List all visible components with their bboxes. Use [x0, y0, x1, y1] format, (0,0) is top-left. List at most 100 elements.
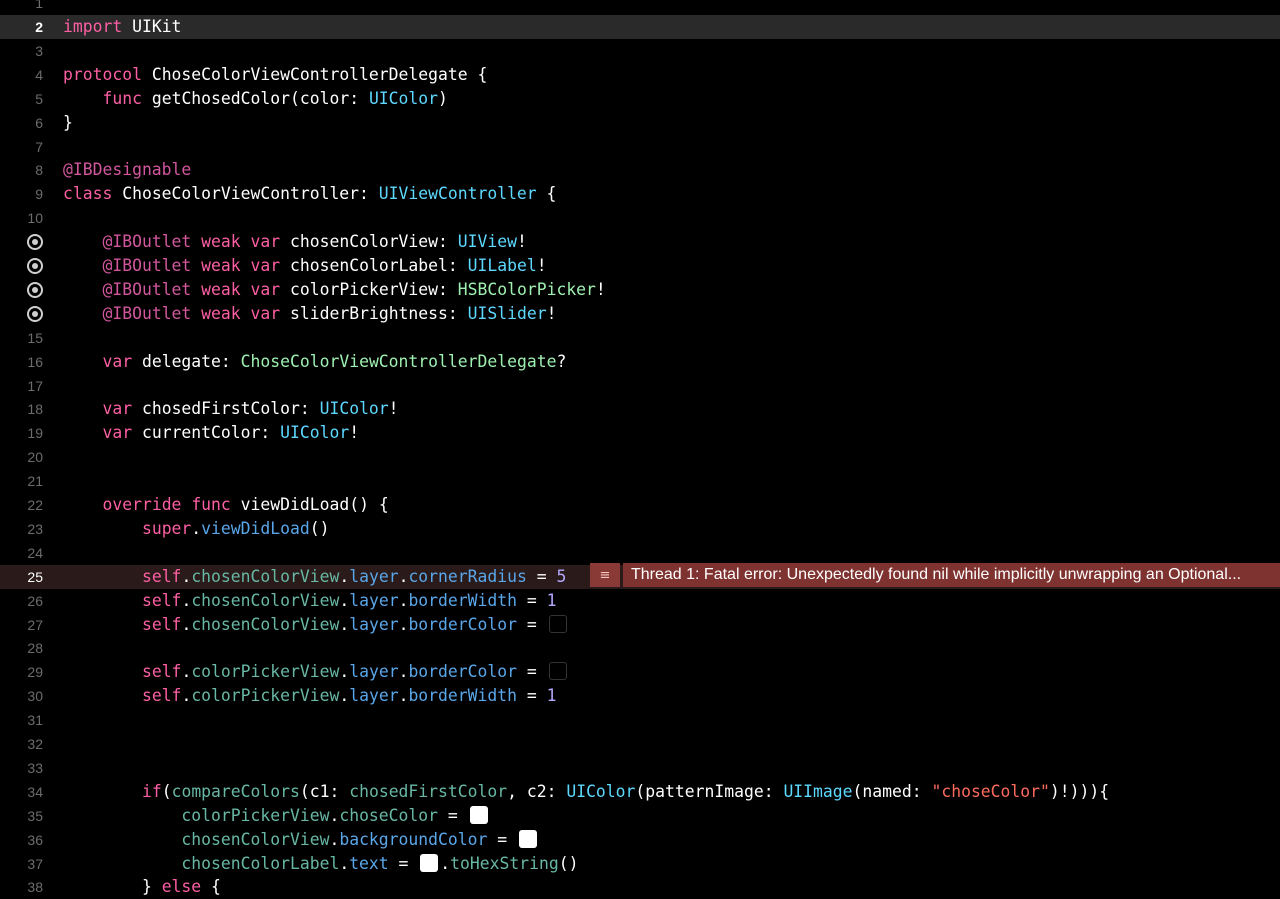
error-annotation[interactable]: ≡ Thread 1: Fatal error: Unexpectedly fo…: [590, 563, 1280, 587]
code-line[interactable]: 3: [0, 39, 1280, 63]
line-number: 32: [27, 736, 43, 752]
code-line[interactable]: 5 func getChosedColor(color: UIColor): [0, 87, 1280, 111]
code-line[interactable]: 37 chosenColorLabel.text = .toHexString(…: [0, 852, 1280, 876]
code-line[interactable]: 27 self.chosenColorView.layer.borderColo…: [0, 613, 1280, 637]
code-token: borderWidth: [408, 686, 517, 706]
code-text: self.chosenColorView.layer.borderColor =: [63, 613, 569, 637]
code-token: @IBOutlet: [102, 279, 192, 299]
code-line[interactable]: @IBOutlet weak var chosenColorLabel: UIL…: [0, 254, 1280, 278]
code-line[interactable]: 32: [0, 732, 1280, 756]
code-token: =: [526, 566, 557, 586]
code-token: var: [102, 351, 133, 371]
code-line[interactable]: 31: [0, 708, 1280, 732]
code-line[interactable]: 10: [0, 206, 1280, 230]
line-number: 28: [27, 640, 43, 657]
code-line[interactable]: 38 } else {: [0, 875, 1280, 899]
color-literal-swatch[interactable]: [518, 829, 537, 848]
code-token: cornerRadius: [408, 566, 527, 586]
code-line[interactable]: 1: [0, 0, 1280, 15]
code-token: @IBOutlet: [102, 232, 192, 252]
code-token: class: [63, 184, 113, 204]
code-text: }: [63, 111, 73, 135]
code-line[interactable]: 33: [0, 756, 1280, 780]
code-token: {: [536, 184, 557, 204]
code-token: =: [388, 853, 419, 873]
line-number: 24: [27, 544, 43, 561]
code-token: override: [102, 495, 182, 514]
code-line[interactable]: 4 protocol ChoseColorViewControllerDelega…: [0, 63, 1280, 87]
line-number: 18: [27, 401, 43, 418]
code-line[interactable]: 24: [0, 541, 1280, 565]
code-line[interactable]: 6}: [0, 111, 1280, 135]
code-editor[interactable]: 1 2 import UIKit 3 4 protocol ChoseColorViewC…: [0, 0, 1280, 896]
code-token: UIView: [457, 232, 517, 252]
code-line[interactable]: 36 chosenColorView.backgroundColor =: [0, 828, 1280, 852]
code-token: UISlider: [467, 303, 547, 323]
line-number: 4: [35, 66, 43, 83]
color-literal-swatch[interactable]: [420, 853, 439, 872]
code-line[interactable]: 16 var delegate: ChoseColorViewControlle…: [0, 350, 1280, 374]
code-token: colorPickerView:: [280, 279, 458, 299]
color-literal-swatch[interactable]: [548, 614, 567, 633]
code-token: chosedFirstColor:: [132, 399, 320, 419]
code-token: .: [181, 686, 192, 706]
code-text: func getChosedColor(color: UIColor): [63, 87, 447, 111]
code-line[interactable]: 26 self.chosenColorView.layer.borderWidt…: [0, 589, 1280, 613]
code-token: !: [388, 399, 399, 419]
code-line[interactable]: 15: [0, 326, 1280, 350]
code-line[interactable]: 7: [0, 135, 1280, 159]
code-token: .: [339, 566, 350, 586]
line-number: 30: [27, 688, 43, 705]
code-line[interactable]: 30 self.colorPickerView.layer.borderWidt…: [0, 684, 1280, 708]
outlet-connection-icon[interactable]: [27, 258, 43, 274]
color-literal-swatch[interactable]: [548, 662, 567, 681]
line-number: 35: [27, 807, 43, 824]
code-token: !: [536, 256, 547, 275]
code-line[interactable]: 21: [0, 469, 1280, 493]
code-token: var: [250, 303, 281, 323]
outlet-connection-icon[interactable]: [27, 281, 43, 298]
code-token: func: [102, 88, 142, 108]
code-line[interactable]: @IBOutlet weak var colorPickerView: HSBC…: [0, 278, 1280, 302]
outlet-connection-icon[interactable]: [27, 305, 43, 322]
code-token: ChoseColorViewControllerDelegate: [240, 351, 557, 371]
line-number: 38: [27, 879, 43, 896]
code-line[interactable]: 34 if(compareColors(c1: chosedFirstColor…: [0, 780, 1280, 804]
list-icon[interactable]: ≡: [590, 563, 620, 587]
code-line[interactable]: 19 var currentColor: UIColor!: [0, 421, 1280, 445]
code-line[interactable]: @IBOutlet weak var chosenColorView: UIVi…: [0, 230, 1280, 254]
code-token: self: [141, 590, 182, 610]
code-token: .: [339, 686, 350, 706]
code-line[interactable]: 9 class ChoseColorViewController: UIViewC…: [0, 182, 1280, 206]
code-text: self.colorPickerView.layer.borderWidth =…: [63, 684, 557, 708]
code-token: .: [191, 518, 202, 538]
code-line[interactable]: 22 override func viewDidLoad() {: [0, 493, 1280, 517]
code-token: import: [63, 17, 123, 36]
code-token: }: [63, 112, 73, 132]
code-line[interactable]: @IBOutlet weak var sliderBrightness: UIS…: [0, 302, 1280, 326]
code-text: super.viewDidLoad(): [63, 517, 330, 541]
code-line[interactable]: 18 var chosedFirstColor: UIColor!: [0, 397, 1280, 421]
code-line[interactable]: 20: [0, 445, 1280, 469]
code-line[interactable]: 8 @IBDesignable: [0, 158, 1280, 182]
code-line[interactable]: 35 colorPickerView.choseColor =: [0, 804, 1280, 828]
code-line[interactable]: 28: [0, 636, 1280, 660]
outlet-connection-icon[interactable]: [27, 234, 43, 251]
color-literal-swatch[interactable]: [469, 805, 488, 824]
code-token: "choseColor": [931, 781, 1050, 801]
code-line[interactable]: 29 self.colorPickerView.layer.borderColo…: [0, 660, 1280, 684]
code-token: weak: [201, 303, 241, 323]
code-line[interactable]: 17: [0, 374, 1280, 398]
code-line[interactable]: 2 import UIKit: [0, 15, 1280, 39]
code-token: .: [398, 566, 409, 586]
code-line[interactable]: 23 super.viewDidLoad(): [0, 517, 1280, 541]
code-token: ChoseColorViewController:: [112, 184, 379, 204]
line-number: 6: [35, 114, 43, 131]
